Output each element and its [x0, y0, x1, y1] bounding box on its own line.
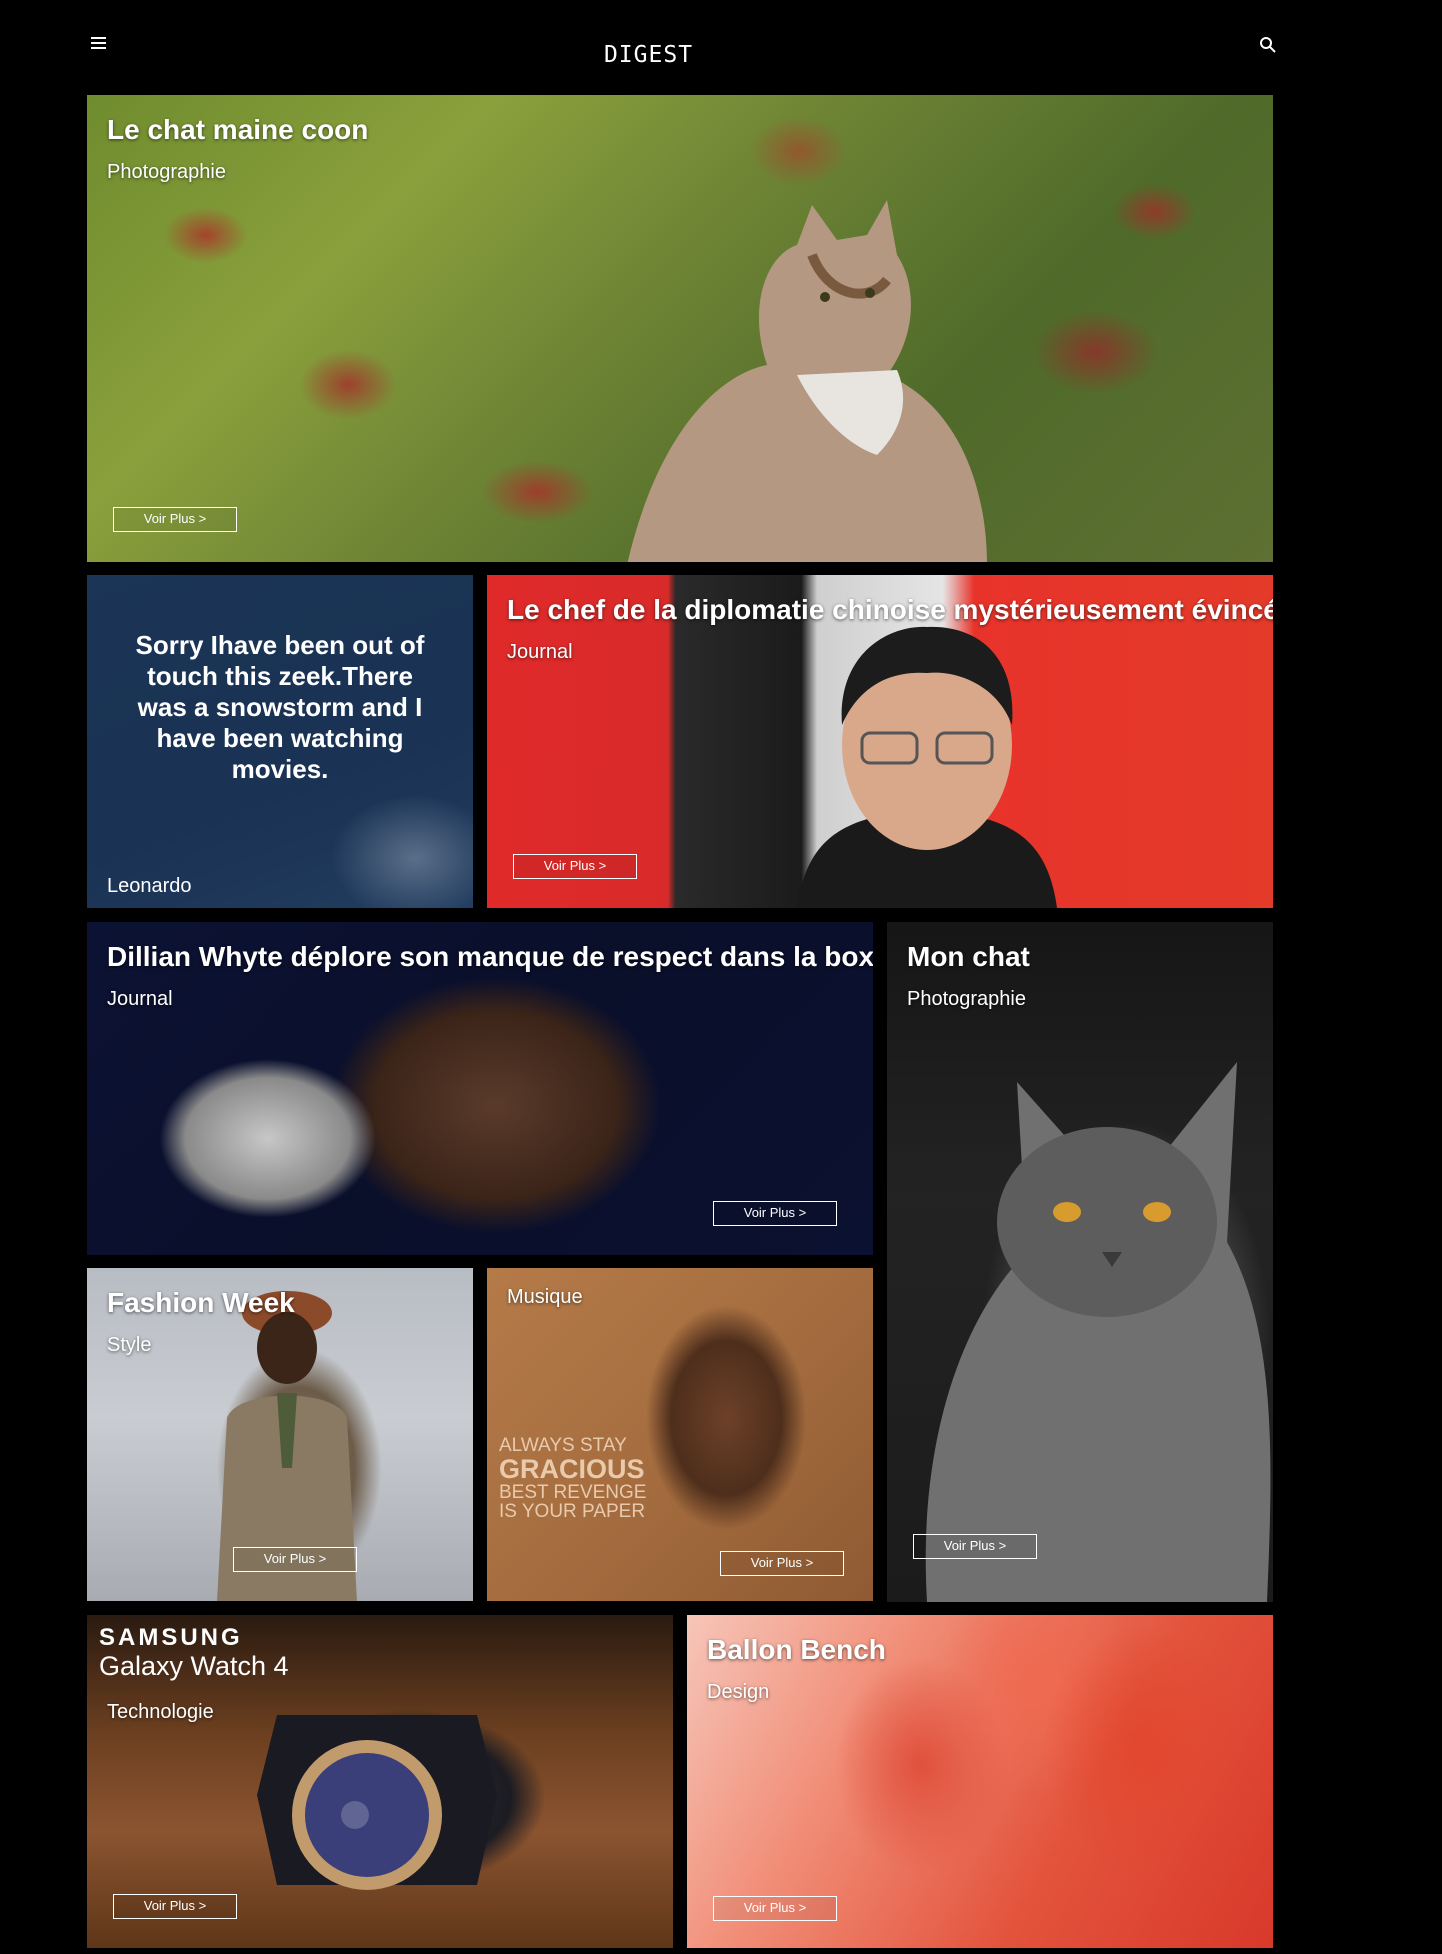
voir-plus-button[interactable]: Voir Plus > [913, 1534, 1037, 1559]
article-title[interactable]: Ballon Bench [707, 1633, 1259, 1667]
cat-photo [627, 200, 987, 562]
quote-card[interactable]: Sorry Ihave been out of touch this zeek.… [87, 575, 473, 908]
watch-photo [257, 1715, 497, 1890]
voir-plus-button[interactable]: Voir Plus > [113, 1894, 237, 1919]
article-title[interactable]: Le chat maine coon [107, 113, 1259, 147]
image-overlay-text: Always stay Gracious Best revenge is you… [499, 1435, 647, 1522]
article-category: Style [107, 1334, 152, 1356]
top-bar: DIGEST [0, 0, 1442, 90]
voir-plus-button[interactable]: Voir Plus > [713, 1201, 837, 1226]
voir-plus-button[interactable]: Voir Plus > [513, 854, 637, 879]
portrait-photo [797, 626, 1057, 908]
site-brand[interactable]: DIGEST [0, 42, 1297, 68]
article-category: Musique [507, 1286, 583, 1308]
samsung-logo: SAMSUNG Galaxy Watch 4 [99, 1624, 289, 1682]
article-card-musique[interactable]: Musique Always stay Gracious Best reveng… [487, 1268, 873, 1601]
voir-plus-button[interactable]: Voir Plus > [720, 1551, 844, 1576]
article-card-boxe[interactable]: Dillian Whyte déplore son manque de resp… [87, 922, 873, 1255]
article-card-maine-coon[interactable]: Le chat maine coon Photographie Voir Plu… [87, 95, 1273, 562]
article-category: Technologie [107, 1701, 214, 1723]
article-card-fashion-week[interactable]: Fashion Week Style Voir Plus > [87, 1268, 473, 1601]
article-category: Journal [107, 988, 173, 1010]
article-card-diplomatie[interactable]: Le chef de la diplomatie chinoise mystér… [487, 575, 1273, 908]
voir-plus-button[interactable]: Voir Plus > [113, 507, 237, 532]
voir-plus-button[interactable]: Voir Plus > [233, 1547, 357, 1572]
article-title[interactable]: Dillian Whyte déplore son manque de resp… [107, 940, 873, 974]
search-icon[interactable] [1259, 36, 1277, 54]
article-card-mon-chat[interactable]: Mon chat Photographie Voir Plus > [887, 922, 1273, 1602]
cat-photo [925, 1062, 1271, 1602]
quote-text: Sorry Ihave been out of touch this zeek.… [135, 630, 425, 784]
voir-plus-button[interactable]: Voir Plus > [713, 1896, 837, 1921]
article-category: Journal [507, 641, 573, 663]
article-title[interactable]: Fashion Week [107, 1286, 459, 1320]
quote-author: Leonardo [107, 875, 192, 897]
article-title[interactable]: Le chef de la diplomatie chinoise mystér… [507, 593, 1273, 627]
article-card-samsung[interactable]: SAMSUNG Galaxy Watch 4 Technologie Voir … [87, 1615, 673, 1948]
article-category: Photographie [907, 988, 1026, 1010]
article-category: Design [707, 1681, 770, 1703]
article-title[interactable]: Mon chat [907, 940, 1259, 974]
article-card-ballon-bench[interactable]: Ballon Bench Design Voir Plus > [687, 1615, 1273, 1948]
article-category: Photographie [107, 161, 226, 183]
